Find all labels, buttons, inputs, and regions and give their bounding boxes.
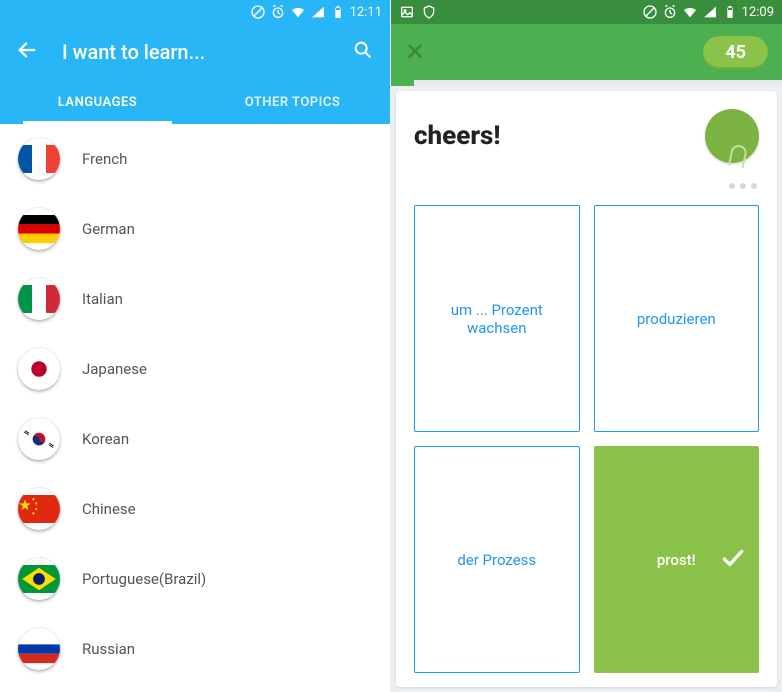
progress-fill xyxy=(391,80,414,86)
language-label: Korean xyxy=(82,430,129,448)
cell-signal-icon xyxy=(702,4,718,20)
list-item[interactable]: French xyxy=(0,124,390,194)
answers-grid: um ... Prozent wachsen produzieren der P… xyxy=(414,205,759,673)
phone-quiz: 12:09 ✕ 45 cheers! um ... Prozent wachse… xyxy=(391,0,782,692)
phone-language-picker: 12:11 I want to learn... LANGUAGES OTHER… xyxy=(0,0,391,692)
answer-option[interactable]: um ... Prozent wachsen xyxy=(414,205,580,432)
flag-france-icon xyxy=(18,138,60,180)
tabs: LANGUAGES OTHER TOPICS xyxy=(0,80,390,124)
battery-icon xyxy=(722,4,738,20)
answer-option-correct[interactable]: prost! xyxy=(594,446,760,673)
flag-japan-icon xyxy=(18,348,60,390)
page-title: I want to learn... xyxy=(62,40,328,64)
status-time: 12:11 xyxy=(350,5,382,20)
wifi-icon xyxy=(682,4,698,20)
list-item[interactable]: Italian xyxy=(0,264,390,334)
tab-languages[interactable]: LANGUAGES xyxy=(0,80,195,124)
list-item[interactable]: Korean xyxy=(0,404,390,474)
language-label: French xyxy=(82,150,127,168)
tab-other-topics[interactable]: OTHER TOPICS xyxy=(195,80,390,124)
status-bar: 12:09 xyxy=(391,0,782,24)
language-label: Russian xyxy=(82,640,135,658)
flag-germany-icon xyxy=(18,208,60,250)
quiz-header: ✕ 45 xyxy=(391,24,782,80)
more-icon[interactable] xyxy=(729,183,757,189)
battery-icon xyxy=(330,4,346,20)
list-item[interactable]: Japanese xyxy=(0,334,390,404)
mascot-icon xyxy=(705,109,759,163)
status-time: 12:09 xyxy=(742,5,774,20)
quiz-area: cheers! um ... Prozent wachsen produzier… xyxy=(391,86,782,692)
language-label: Portuguese(Brazil) xyxy=(82,570,206,588)
wifi-icon xyxy=(290,4,306,20)
quiz-prompt: cheers! xyxy=(414,121,501,151)
language-label: Japanese xyxy=(82,360,147,378)
flag-russia-icon xyxy=(18,628,60,670)
language-label: Chinese xyxy=(82,500,136,518)
flag-south-korea-icon xyxy=(18,418,60,460)
list-item[interactable]: Chinese xyxy=(0,474,390,544)
do-not-disturb-icon xyxy=(642,4,658,20)
progress-bar xyxy=(391,80,782,86)
shield-icon xyxy=(421,4,437,20)
answer-option[interactable]: der Prozess xyxy=(414,446,580,673)
answer-option[interactable]: produzieren xyxy=(594,205,760,432)
do-not-disturb-icon xyxy=(250,4,266,20)
answer-text: prost! xyxy=(657,551,696,569)
list-item[interactable]: Russian xyxy=(0,614,390,684)
search-icon[interactable] xyxy=(352,39,374,65)
list-item[interactable]: German xyxy=(0,194,390,264)
back-icon[interactable] xyxy=(16,39,38,65)
language-label: German xyxy=(82,220,135,238)
language-list: French German Italian Japanese Korean xyxy=(0,124,390,692)
close-icon[interactable]: ✕ xyxy=(405,38,425,66)
status-bar: 12:11 xyxy=(0,0,390,24)
language-label: Italian xyxy=(82,290,123,308)
list-item[interactable]: Portuguese(Brazil) xyxy=(0,544,390,614)
alarm-icon xyxy=(270,4,286,20)
flag-italy-icon xyxy=(18,278,60,320)
flag-brazil-icon xyxy=(18,558,60,600)
quiz-card: cheers! um ... Prozent wachsen produzier… xyxy=(396,91,777,687)
toolbar: I want to learn... xyxy=(0,24,390,80)
image-notification-icon xyxy=(399,4,415,20)
check-icon xyxy=(720,545,746,575)
cell-signal-icon xyxy=(310,4,326,20)
flag-china-icon xyxy=(18,488,60,530)
alarm-icon xyxy=(662,4,678,20)
score-pill: 45 xyxy=(703,36,768,69)
